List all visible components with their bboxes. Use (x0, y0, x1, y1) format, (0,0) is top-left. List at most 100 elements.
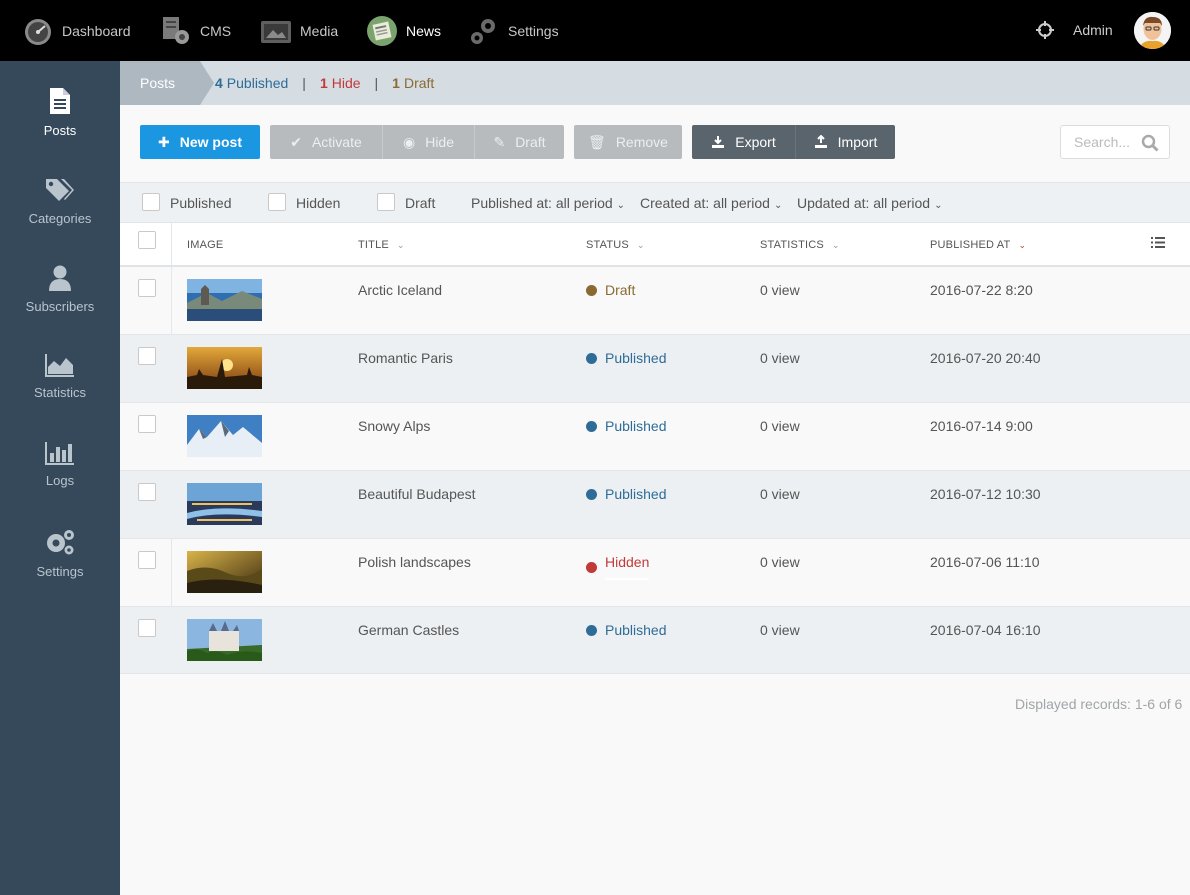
sidebar-item-label: Subscribers (25, 299, 95, 314)
row-checkbox[interactable] (138, 415, 156, 433)
status-label: Published (605, 486, 667, 502)
post-published-at: 2016-07-06 11:10 (930, 554, 1040, 570)
new-post-button[interactable]: ✚ New post (140, 125, 260, 159)
filter-published-checkbox[interactable] (142, 193, 160, 211)
import-button[interactable]: Import (795, 125, 895, 159)
post-thumbnail[interactable] (187, 415, 262, 457)
post-title[interactable]: Romantic Paris (358, 350, 453, 366)
column-header-published-at[interactable]: PUBLISHED AT ⌄ (930, 239, 1026, 251)
post-statistics: 0 view (760, 486, 800, 502)
filter-draft-checkbox[interactable] (377, 193, 395, 211)
table-header: IMAGE TITLE ⌄ STATUS ⌄ STATISTICS ⌄ PUBLISH… (120, 223, 1190, 267)
draft-count: 1 (392, 75, 400, 91)
upload-icon (814, 135, 827, 148)
user-icon (49, 265, 71, 291)
search-icon (1141, 134, 1159, 152)
filter-hidden-checkbox[interactable] (268, 193, 286, 211)
crosshair-icon[interactable] (1035, 20, 1055, 40)
table-row[interactable]: Beautiful Budapest Published 0 view 2016… (120, 471, 1190, 539)
row-checkbox[interactable] (138, 551, 156, 569)
table-row[interactable]: Arctic Iceland Draft 0 view 2016-07-22 8… (120, 267, 1190, 335)
post-thumbnail[interactable] (187, 551, 262, 593)
post-title[interactable]: Polish landscapes (358, 554, 471, 570)
import-label: Import (837, 134, 878, 150)
pencil-icon: ✎ (493, 133, 506, 150)
column-header-statistics[interactable]: STATISTICS ⌄ (760, 239, 840, 251)
updated-at-label: Updated at: all period (797, 195, 931, 211)
published-count-link[interactable]: 4 Published (215, 75, 288, 91)
draft-button[interactable]: ✎ Draft (474, 125, 564, 159)
chevron-down-icon: ⌄ (636, 240, 645, 250)
column-header-title[interactable]: TITLE ⌄ (358, 239, 405, 251)
hide-count: 1 (319, 75, 328, 91)
filter-published-label: Published (170, 195, 232, 211)
post-title[interactable]: Beautiful Budapest (358, 486, 476, 502)
row-checkbox[interactable] (138, 279, 156, 297)
list-columns-icon[interactable] (1151, 236, 1165, 249)
post-statistics: 0 view (760, 418, 800, 434)
status-badge: Published (586, 418, 667, 434)
trash-icon: 🗑 (588, 133, 606, 150)
post-statistics: 0 view (760, 554, 800, 570)
sidebar-item-label: Statistics (33, 385, 86, 400)
search-input[interactable]: Search... (1060, 125, 1170, 159)
sidebar-item-posts[interactable]: Posts (0, 87, 120, 167)
select-all-checkbox[interactable] (138, 231, 156, 249)
export-button[interactable]: Export (692, 125, 795, 159)
chevron-down-icon: ⌄ (396, 240, 405, 250)
table-row[interactable]: Polish landscapes Hidden 0 view 2016-07-… (120, 539, 1190, 607)
topnav-dashboard[interactable]: Dashboard (22, 0, 131, 61)
breadcrumb-section[interactable]: Posts (120, 61, 214, 105)
post-title[interactable]: German Castles (358, 622, 459, 638)
draft-label: Draft (515, 134, 546, 150)
eye-slash-icon: ◉ (402, 133, 416, 150)
hide-button[interactable]: ◉ Hide (382, 125, 474, 159)
topnav-cms[interactable]: CMS (160, 0, 231, 61)
bar-chart-icon (45, 442, 74, 465)
hide-count-link[interactable]: 1 Hide (320, 75, 361, 91)
post-thumbnail[interactable] (187, 619, 262, 661)
sidebar-item-categories[interactable]: Categories (0, 177, 120, 257)
post-title[interactable]: Snowy Alps (358, 418, 430, 434)
published-at-dropdown[interactable]: Published at: all period ⌄ (471, 195, 625, 211)
status-badge: Hidden (586, 554, 650, 580)
topnav-settings[interactable]: Settings (468, 0, 559, 61)
document-icon (50, 88, 70, 114)
activate-button[interactable]: ✔ Activate (270, 125, 382, 159)
status-dot-icon (586, 420, 597, 432)
column-header-status[interactable]: STATUS ⌄ (586, 239, 645, 251)
post-thumbnail[interactable] (187, 483, 262, 525)
remove-button[interactable]: 🗑 Remove (574, 125, 682, 159)
table-row[interactable]: Snowy Alps Published 0 view 2016-07-14 9… (120, 403, 1190, 471)
table-row[interactable]: Romantic Paris Published 0 view 2016-07-… (120, 335, 1190, 403)
topnav-media[interactable]: Media (260, 0, 338, 61)
sidebar-item-subscribers[interactable]: Subscribers (0, 265, 120, 345)
post-published-at: 2016-07-14 9:00 (930, 418, 1033, 434)
sidebar-item-logs[interactable]: Logs (0, 441, 120, 521)
column-header-image: IMAGE (187, 239, 223, 251)
sidebar-item-statistics[interactable]: Statistics (0, 353, 120, 433)
post-statistics: 0 view (760, 282, 800, 298)
hide-count-label: Hide (331, 75, 361, 91)
post-title[interactable]: Arctic Iceland (358, 282, 442, 298)
gears-icon (471, 18, 495, 44)
updated-at-dropdown[interactable]: Updated at: all period ⌄ (797, 195, 942, 211)
sidebar-item-settings[interactable]: Settings (0, 528, 120, 608)
draft-count-link[interactable]: 1 Draft (392, 75, 434, 91)
user-name[interactable]: Admin (1073, 22, 1113, 38)
created-at-dropdown[interactable]: Created at: all period ⌄ (640, 195, 782, 211)
table-row[interactable]: German Castles Published 0 view 2016-07-… (120, 607, 1190, 674)
post-thumbnail[interactable] (187, 347, 262, 389)
topnav-label: Settings (508, 22, 559, 39)
published-at-label: Published at: all period (471, 195, 613, 211)
row-checkbox[interactable] (138, 347, 156, 365)
avatar[interactable] (1134, 12, 1171, 49)
cms-icon (163, 16, 189, 44)
topnav-news[interactable]: News (366, 0, 441, 61)
chevron-down-icon: ⌄ (831, 240, 840, 250)
row-checkbox[interactable] (138, 619, 156, 637)
filter-hidden-label: Hidden (296, 195, 341, 211)
post-thumbnail[interactable] (187, 279, 262, 321)
new-post-label: New post (179, 134, 242, 150)
row-checkbox[interactable] (138, 483, 156, 501)
